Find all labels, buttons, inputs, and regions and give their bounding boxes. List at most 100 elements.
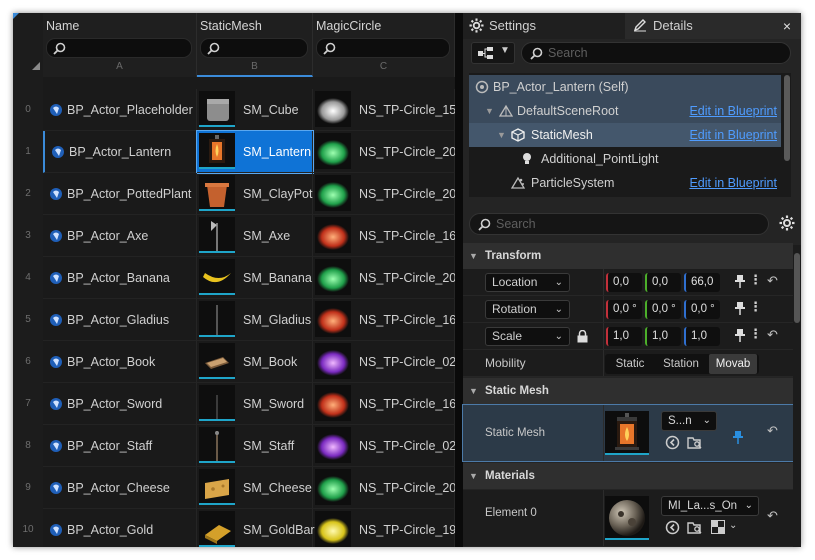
more-options-icon[interactable]: ⋮	[749, 299, 762, 315]
table-row[interactable]: 4 BP_Actor_Banana SM_Banana NS_TP-Circle_20	[13, 257, 456, 299]
cell-magic-circle[interactable]: NS_TP-Circle_16	[313, 215, 456, 257]
cell-static-mesh[interactable]: SM_Cube	[197, 89, 313, 131]
cell-static-mesh[interactable]: SM_Lantern	[196, 130, 314, 174]
material-asset-picker[interactable]: MI_La...s_On ⌄	[661, 496, 759, 516]
cell-magic-circle[interactable]: NS_TP-Circle_20	[313, 173, 456, 215]
cell-name[interactable]: BP_Actor_Cheese	[43, 467, 197, 509]
cell-name[interactable]: BP_Actor_Placeholder	[43, 89, 197, 131]
cell-static-mesh[interactable]: SM_Book	[197, 341, 313, 383]
pin-icon[interactable]	[735, 329, 745, 343]
cell-magic-circle[interactable]: NS_TP-Circle_20	[313, 131, 456, 173]
reset-icon[interactable]: ↶	[767, 327, 778, 343]
cell-magic-circle[interactable]: NS_TP-Circle_20	[313, 467, 456, 509]
edit-in-blueprint-link[interactable]: Edit in Blueprint	[689, 171, 777, 195]
cell-magic-circle[interactable]: NS_TP-Circle_15	[313, 89, 456, 131]
scale-y-field[interactable]: 1,0	[645, 327, 681, 346]
section-static-mesh[interactable]: ▼ Static Mesh	[463, 378, 793, 404]
tree-item-defaultsceneroot[interactable]: ▼ DefaultSceneRoot Edit in Blueprint	[469, 99, 781, 123]
column-filter-input[interactable]	[316, 38, 450, 58]
reset-icon[interactable]: ↶	[767, 423, 778, 439]
more-options-icon[interactable]: ⋮	[749, 272, 762, 288]
chevron-down-icon[interactable]: ⌄	[729, 520, 737, 531]
column-filter-input[interactable]	[200, 38, 308, 58]
table-row[interactable]: 6 BP_Actor_Book SM_Book NS_TP-Circle_02	[13, 341, 456, 383]
more-options-icon[interactable]: ⋮	[749, 326, 762, 342]
browse-asset-icon[interactable]	[687, 520, 703, 535]
tree-item-self[interactable]: BP_Actor_Lantern (Self)	[469, 75, 781, 99]
cell-static-mesh[interactable]: SM_Gladius	[197, 299, 313, 341]
mobility-option-static[interactable]: Static	[607, 354, 653, 374]
cell-name[interactable]: BP_Actor_PottedPlant	[43, 173, 197, 215]
column-header-staticmesh[interactable]: StaticMesh B	[197, 13, 313, 77]
mobility-option-stationary[interactable]: Station	[655, 354, 707, 374]
tree-item-particlesystem[interactable]: ParticleSystem Edit in Blueprint	[469, 171, 781, 195]
cell-static-mesh[interactable]: SM_Banana	[197, 257, 313, 299]
checker-icon[interactable]	[711, 520, 725, 534]
table-row[interactable]: 9 BP_Actor_Cheese SM_Cheese NS_TP-Circle_20	[13, 467, 456, 509]
tree-item-pointlight[interactable]: Additional_PointLight	[469, 147, 781, 171]
chevron-down-icon[interactable]: ▼	[497, 123, 506, 147]
static-mesh-thumbnail[interactable]	[605, 411, 649, 455]
cell-name[interactable]: BP_Actor_Staff	[43, 425, 197, 467]
rotation-x-field[interactable]: 0,0 °	[606, 300, 642, 319]
gear-icon[interactable]	[779, 215, 795, 231]
cell-name[interactable]: BP_Actor_Sword	[43, 383, 197, 425]
cell-static-mesh[interactable]: SM_Staff	[197, 425, 313, 467]
cell-magic-circle[interactable]: NS_TP-Circle_20	[313, 257, 456, 299]
cell-name[interactable]: BP_Actor_Gladius	[43, 299, 197, 341]
chevron-down-icon[interactable]: ▼	[485, 99, 494, 123]
cell-name[interactable]: BP_Actor_Gold	[43, 509, 197, 547]
location-dropdown[interactable]: Location ⌄	[485, 273, 570, 292]
rotation-y-field[interactable]: 0,0 °	[645, 300, 681, 319]
scale-dropdown[interactable]: Scale ⌄	[485, 327, 570, 346]
table-row[interactable]: 0 BP_Actor_Placeholder SM_Cube NS_TP-Circle…	[13, 89, 456, 131]
use-selected-asset-icon[interactable]	[665, 520, 680, 535]
pin-icon[interactable]	[735, 302, 745, 316]
cell-magic-circle[interactable]: NS_TP-Circle_02	[313, 425, 456, 467]
location-z-field[interactable]: 66,0	[684, 273, 720, 292]
table-row[interactable]: 2 BP_Actor_PottedPlant SM_ClayPot NS_TP-Cir…	[13, 173, 456, 215]
cell-name[interactable]: BP_Actor_Lantern	[43, 131, 197, 173]
cell-magic-circle[interactable]: NS_TP-Circle_02	[313, 341, 456, 383]
table-row[interactable]: 5 BP_Actor_Gladius SM_Gladius NS_TP-Circle_…	[13, 299, 456, 341]
section-materials[interactable]: ▼ Materials	[463, 463, 793, 489]
cell-magic-circle[interactable]: NS_TP-Circle_19	[313, 509, 456, 547]
material-thumbnail[interactable]	[605, 496, 649, 540]
cell-name[interactable]: BP_Actor_Axe	[43, 215, 197, 257]
scale-x-field[interactable]: 1,0	[606, 327, 642, 346]
section-transform[interactable]: ▼ Transform	[463, 243, 793, 269]
use-selected-asset-icon[interactable]	[665, 435, 680, 450]
cell-magic-circle[interactable]: NS_TP-Circle_16	[313, 299, 456, 341]
rotation-z-field[interactable]: 0,0 °	[684, 300, 720, 319]
cell-static-mesh[interactable]: SM_GoldBar	[197, 509, 315, 547]
cell-static-mesh[interactable]: SM_Axe	[197, 215, 313, 257]
mobility-option-movable[interactable]: Movab	[709, 354, 757, 374]
tab-details[interactable]: Details ×	[625, 13, 801, 39]
rotation-dropdown[interactable]: Rotation ⌄	[485, 300, 570, 319]
edit-in-blueprint-link[interactable]: Edit in Blueprint	[689, 99, 777, 123]
scale-z-field[interactable]: 1,0	[684, 327, 720, 346]
reset-icon[interactable]: ↶	[767, 508, 778, 524]
details-search-input[interactable]: Search	[469, 213, 769, 235]
browse-asset-icon[interactable]	[687, 435, 703, 450]
column-filter-input[interactable]	[46, 38, 192, 58]
table-row[interactable]: 8 BP_Actor_Staff SM_Staff NS_TP-Circle_02	[13, 425, 456, 467]
column-header-name[interactable]: Name A	[43, 13, 197, 77]
tree-item-staticmesh[interactable]: ▼ StaticMesh Edit in Blueprint	[469, 123, 781, 147]
cell-static-mesh[interactable]: SM_Cheese	[197, 467, 313, 509]
close-icon[interactable]: ×	[783, 13, 791, 39]
hierarchy-view-button[interactable]: ▼	[471, 42, 515, 64]
tree-scrollbar[interactable]	[784, 75, 790, 161]
location-y-field[interactable]: 0,0	[645, 273, 681, 292]
cell-static-mesh[interactable]: SM_Sword	[197, 383, 313, 425]
cell-name[interactable]: BP_Actor_Banana	[43, 257, 197, 299]
select-all-corner[interactable]	[32, 62, 40, 70]
table-row[interactable]: 3 BP_Actor_Axe SM_Axe NS_TP-Circle_16	[13, 215, 456, 257]
cell-name[interactable]: BP_Actor_Book	[43, 341, 197, 383]
column-header-magiccircle[interactable]: MagicCircle C	[313, 13, 455, 77]
component-search-input[interactable]: Search	[521, 42, 791, 64]
table-row[interactable]: 1 BP_Actor_Lantern SM_Lantern NS_TP-Circle_…	[13, 130, 456, 174]
pin-icon[interactable]	[735, 275, 745, 289]
pin-icon[interactable]	[733, 431, 743, 445]
reset-icon[interactable]: ↶	[767, 273, 778, 289]
